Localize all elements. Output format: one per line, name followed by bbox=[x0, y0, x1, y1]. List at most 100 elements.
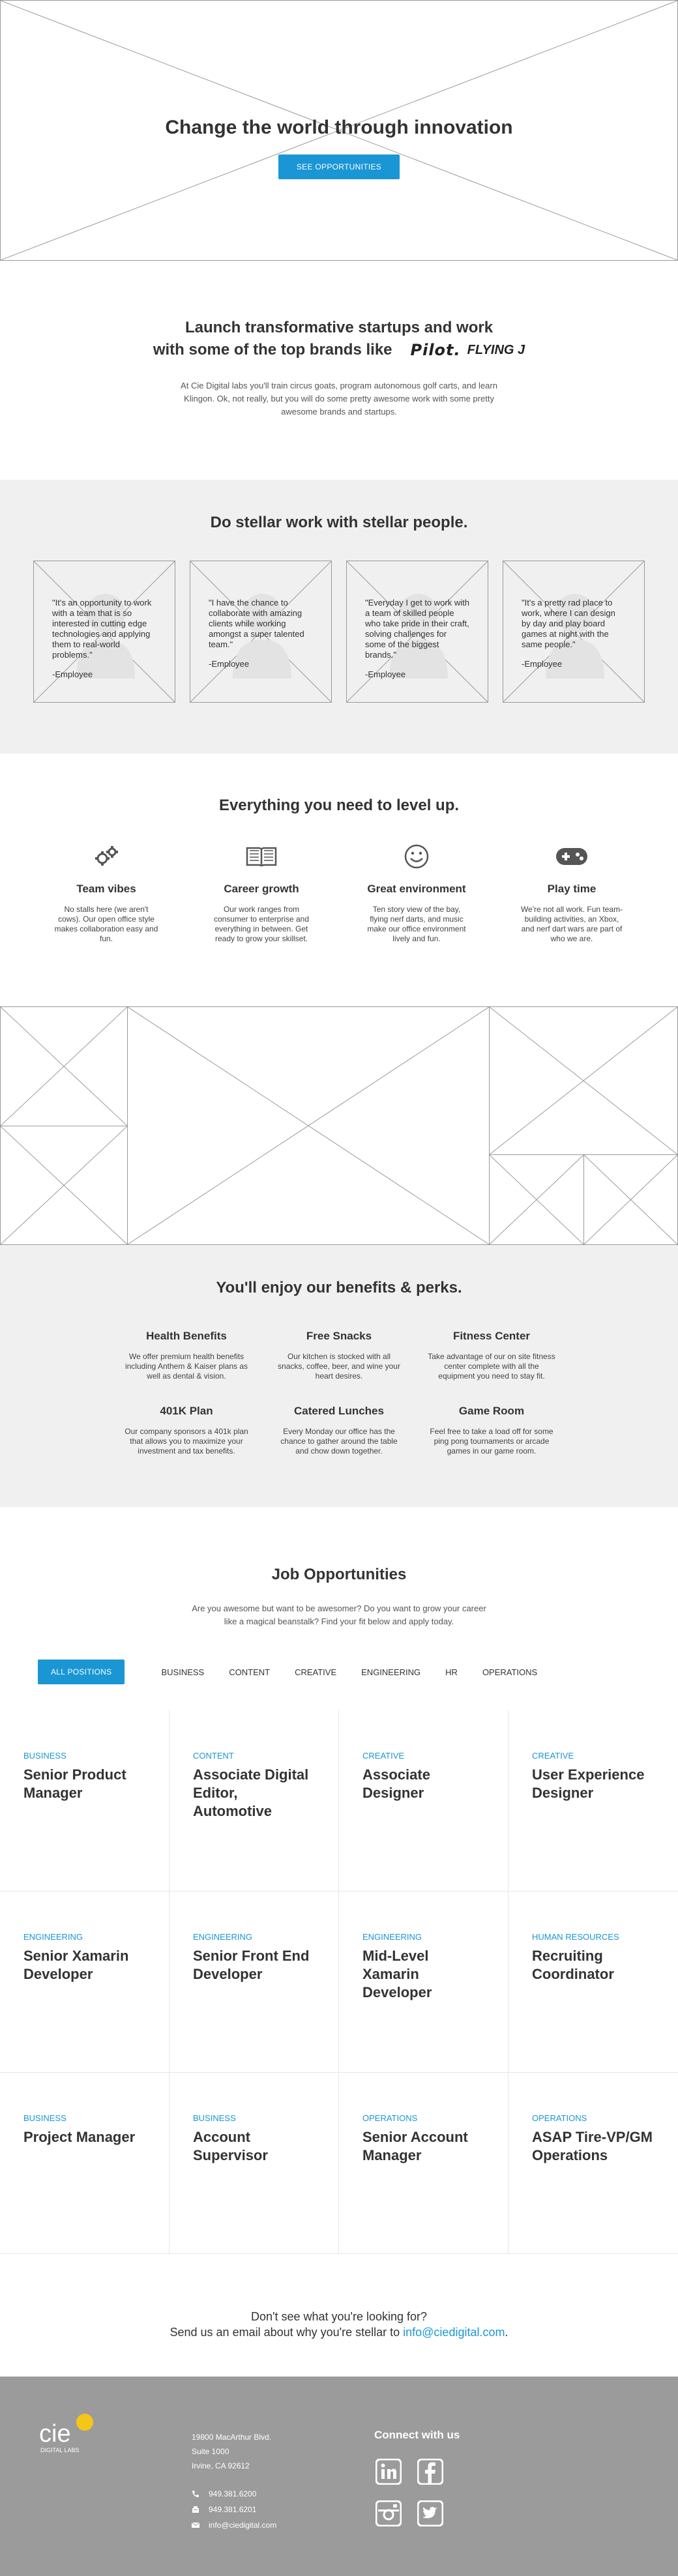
job-card[interactable]: BUSINESS Project Manager bbox=[0, 2073, 170, 2254]
fax-icon bbox=[192, 2506, 199, 2513]
job-card[interactable]: CONTENT Associate Digital Editor, Automot… bbox=[170, 1710, 339, 1892]
job-card[interactable]: OPERATIONS Senior Account Manager bbox=[339, 2073, 508, 2254]
gallery-image-placeholder bbox=[0, 1006, 128, 1126]
job-category: ENGINEERING bbox=[193, 1932, 253, 1942]
perk-text: Take advantage of our on site fitness ce… bbox=[428, 1352, 555, 1381]
filter-hr[interactable]: HR bbox=[445, 1667, 458, 1677]
quote-author: -Employee bbox=[365, 669, 406, 679]
facebook-icon[interactable] bbox=[416, 2457, 445, 2486]
connect-title: Connect with us bbox=[374, 2429, 460, 2441]
job-card[interactable]: OPERATIONS ASAP Tire-VP/GM Operations bbox=[508, 2073, 678, 2254]
job-title: Associate Designer bbox=[362, 1766, 430, 1801]
quote-text: "Everyday I get to work with a team of s… bbox=[365, 598, 469, 660]
quote-author: -Employee bbox=[209, 659, 250, 669]
phone-number: 949.381.6200 bbox=[209, 2489, 257, 2498]
perk-title: 401K Plan bbox=[160, 1405, 213, 1417]
footer-contact: 949.381.6200 949.381.6201 info@ciedigita… bbox=[192, 2486, 276, 2533]
job-card[interactable]: CREATIVE Associate Designer bbox=[339, 1710, 508, 1892]
filter-all-positions[interactable]: ALL POSITIONS bbox=[38, 1660, 125, 1684]
job-category: CONTENT bbox=[193, 1751, 234, 1761]
contact-prompt: Don't see what you're looking for? Send … bbox=[0, 2254, 678, 2377]
feature-title: Play time bbox=[547, 883, 597, 895]
feature-title: Career growth bbox=[224, 883, 299, 895]
job-title: Senior Product Manager bbox=[23, 1766, 126, 1801]
testimonial-card: "It's a pretty rad place to work, where … bbox=[503, 561, 645, 703]
cie-logo[interactable]: cie DIGITAL LABS bbox=[39, 2412, 94, 2462]
job-card[interactable]: BUSINESS Account Supervisor bbox=[170, 2073, 339, 2254]
job-title: ASAP Tire-VP/GM Operations bbox=[532, 2129, 653, 2163]
gears-icon bbox=[41, 843, 171, 870]
perk-text: Feel free to take a load off for some pi… bbox=[430, 1427, 553, 1456]
linkedin-icon[interactable] bbox=[374, 2457, 403, 2486]
quote-text: "It's a pretty rad place to work, where … bbox=[522, 598, 615, 649]
filter-operations[interactable]: OPERATIONS bbox=[482, 1667, 537, 1677]
footer-fax[interactable]: 949.381.6201 bbox=[192, 2502, 276, 2517]
jobs-intro: Are you awesome but want to be awesomer?… bbox=[192, 1603, 486, 1626]
gallery-image-placeholder bbox=[127, 1006, 490, 1245]
levelup-title: Everything you need to level up. bbox=[218, 797, 460, 814]
perk-text: Every Monday our office has the chance t… bbox=[280, 1427, 398, 1456]
job-category: ENGINEERING bbox=[362, 1932, 422, 1942]
perk-title: Health Benefits bbox=[146, 1330, 227, 1342]
filter-content[interactable]: CONTENT bbox=[229, 1667, 270, 1677]
job-card[interactable]: ENGINEERING Senior Xamarin Developer bbox=[0, 1892, 170, 2073]
job-category: BUSINESS bbox=[23, 1751, 66, 1761]
perk-text: Our company sponsors a 401k plan that al… bbox=[125, 1427, 248, 1456]
job-category: OPERATIONS bbox=[362, 2113, 418, 2123]
job-title: Mid-Level Xamarin Developer bbox=[362, 1948, 432, 2000]
mail-icon bbox=[192, 2522, 199, 2528]
perk-list: Health Benefits We offer premium health b… bbox=[0, 1330, 678, 1456]
perk-title: Fitness Center bbox=[452, 1330, 531, 1342]
contact-line2-text: Send us an email about why you're stella… bbox=[170, 2326, 404, 2339]
hero-title: Change the world through innovation bbox=[165, 117, 513, 138]
levelup-section: Everything you need to level up. Team vi… bbox=[0, 754, 678, 1006]
twitter-icon[interactable] bbox=[416, 2499, 445, 2528]
hero-banner: Change the world through innovation SEE … bbox=[0, 0, 678, 261]
footer-phone[interactable]: 949.381.6200 bbox=[192, 2486, 276, 2502]
perk-text: We offer premium health benefits includi… bbox=[125, 1352, 248, 1381]
filter-creative[interactable]: CREATIVE bbox=[295, 1667, 336, 1677]
feature-item: Great environment Ten story view of the … bbox=[351, 843, 482, 944]
job-title: Project Manager bbox=[23, 2129, 136, 2145]
quote-text: "It's an opportunity to work with a team… bbox=[52, 598, 152, 660]
smiley-icon bbox=[351, 843, 482, 870]
job-category: ENGINEERING bbox=[23, 1932, 83, 1942]
job-card[interactable]: HUMAN RESOURCES Recruiting Coordinator bbox=[508, 1892, 678, 2073]
launch-section: Launch transformative startups and work … bbox=[0, 261, 678, 480]
feature-text: No stalls here (we aren't cows). Our ope… bbox=[54, 905, 158, 943]
testimonial-card: "Everyday I get to work with a team of s… bbox=[346, 561, 488, 703]
perk-item: 401K Plan Our company sponsors a 401k pla… bbox=[123, 1405, 250, 1456]
email-address: info@ciedigital.com bbox=[209, 2521, 277, 2530]
footer: cie DIGITAL LABS 19800 MacArthur Blvd. S… bbox=[0, 2377, 678, 2576]
gallery-image-placeholder bbox=[0, 1126, 128, 1245]
footer-email[interactable]: info@ciedigital.com bbox=[192, 2517, 276, 2533]
stellar-title: Do stellar work with stellar people. bbox=[210, 514, 468, 531]
instagram-icon[interactable] bbox=[374, 2499, 403, 2528]
job-title: Recruiting Coordinator bbox=[532, 1948, 614, 1982]
feature-text: We're not all work. Fun team-building ac… bbox=[520, 905, 623, 943]
jobs-title: Job Opportunities bbox=[271, 1566, 407, 1583]
job-card[interactable]: BUSINESS Senior Product Manager bbox=[0, 1710, 170, 1892]
svg-text:cie: cie bbox=[39, 2420, 71, 2448]
job-title: Senior Front End Developer bbox=[193, 1948, 310, 1982]
feature-list: Team vibes No stalls here (we aren't cow… bbox=[0, 843, 678, 944]
feature-item: Play time We're not all work. Fun team-b… bbox=[507, 843, 637, 944]
see-opportunities-button[interactable]: SEE OPPORTUNITIES bbox=[278, 154, 400, 179]
filter-business[interactable]: BUSINESS bbox=[161, 1667, 204, 1677]
launch-body: At Cie Digital labs you'll train circus … bbox=[181, 381, 497, 417]
job-category: CREATIVE bbox=[532, 1751, 574, 1761]
launch-title-line2: with some of the top brands like bbox=[153, 341, 392, 359]
filter-engineering[interactable]: ENGINEERING bbox=[361, 1667, 420, 1677]
job-card[interactable]: CREATIVE User Experience Designer bbox=[508, 1710, 678, 1892]
contact-email-link[interactable]: info@ciedigital.com bbox=[403, 2326, 505, 2339]
job-card[interactable]: ENGINEERING Mid-Level Xamarin Developer bbox=[339, 1892, 508, 2073]
job-filter-bar: ALL POSITIONS BUSINESS CONTENT CREATIVE … bbox=[38, 1660, 678, 1684]
job-title: Account Supervisor bbox=[193, 2129, 268, 2163]
quote-text: "I have the chance to collaborate with a… bbox=[209, 598, 304, 649]
phone-icon bbox=[192, 2491, 199, 2497]
job-category: OPERATIONS bbox=[532, 2113, 587, 2123]
footer-address: 19800 MacArthur Blvd. Suite 1000 Irvine,… bbox=[192, 2430, 271, 2473]
flying-j-logo: FLYING J bbox=[467, 343, 525, 357]
contact-period: . bbox=[505, 2326, 508, 2339]
job-card[interactable]: ENGINEERING Senior Front End Developer bbox=[170, 1892, 339, 2073]
